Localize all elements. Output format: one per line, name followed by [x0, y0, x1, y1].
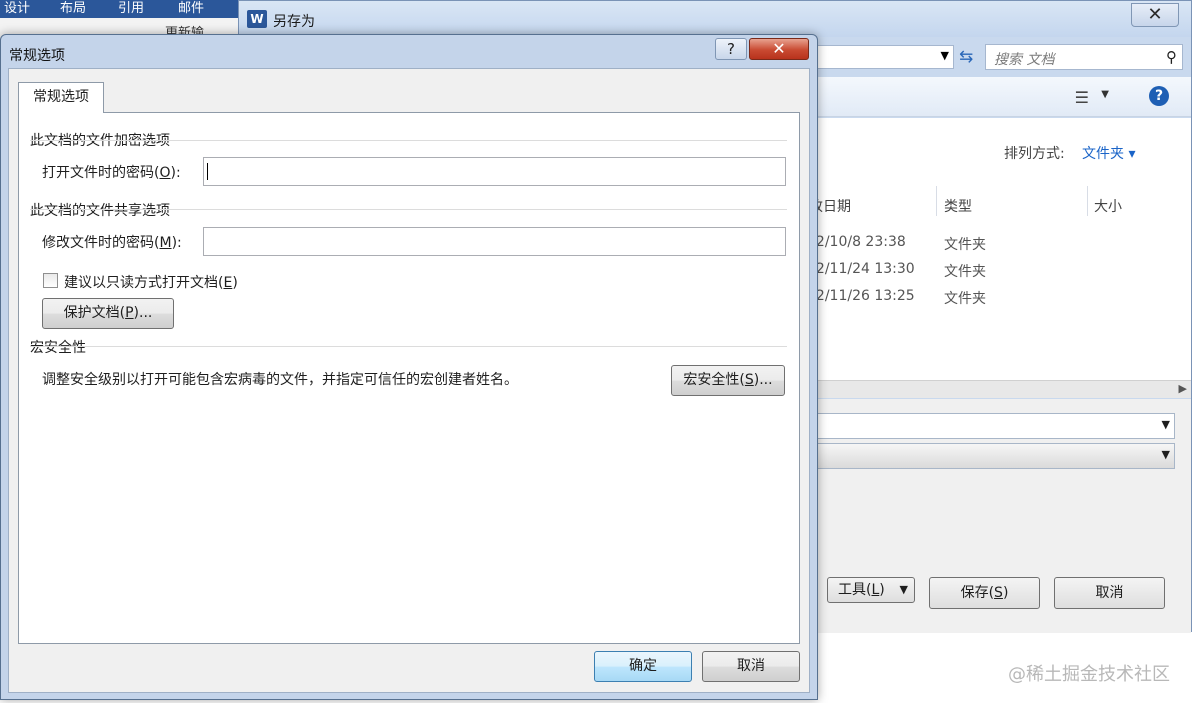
help-icon[interactable]: ? — [715, 38, 747, 60]
column-header-size[interactable]: 大小 — [1094, 196, 1122, 216]
section-divider — [30, 140, 787, 141]
save-as-close-icon[interactable]: ✕ — [1131, 3, 1179, 27]
modify-password-label: 修改文件时的密码(M): — [42, 235, 182, 251]
view-dropdown-icon[interactable]: ▼ — [1101, 89, 1109, 100]
tab-panel: 此文档的文件加密选项 打开文件时的密码(O): 此文档的文件共享选项 修改文件时… — [18, 112, 800, 644]
arrange-by-label: 排列方式: — [1004, 146, 1065, 162]
section-divider — [30, 346, 787, 347]
address-bar[interactable]: ▼ — [814, 45, 954, 69]
dialog-title: 常规选项 — [9, 48, 65, 64]
ribbon-tab-design[interactable]: 设计 — [4, 0, 30, 16]
save-as-title: 另存为 — [273, 14, 315, 30]
general-options-dialog: 常规选项 ? ✕ 常规选项 此文档的文件加密选项 打开文件时的密码(O): 此文… — [0, 34, 818, 700]
chevron-down-icon[interactable]: ▼ — [1162, 418, 1170, 431]
search-icon[interactable]: ⚲ — [1166, 48, 1177, 66]
save-as-cancel-button[interactable]: 取消 — [1054, 577, 1165, 609]
scroll-right-icon[interactable]: ▶ — [1179, 382, 1187, 395]
readonly-checkbox[interactable] — [43, 273, 58, 288]
ribbon-tab-mailings[interactable]: 邮件 — [178, 0, 204, 16]
tab-general-options[interactable]: 常规选项 — [18, 82, 104, 113]
watermark-text: @稀土掘金技术社区 — [1008, 664, 1170, 685]
save-as-titlebar: W 另存为 ✕ — [239, 1, 1191, 37]
chevron-down-icon[interactable]: ▼ — [941, 49, 949, 62]
arrange-by-dropdown[interactable]: 文件夹 ▾ — [1082, 143, 1135, 163]
view-options-icon[interactable]: ☰ — [1075, 88, 1089, 107]
ribbon-tab-layout[interactable]: 布局 — [60, 0, 86, 16]
open-password-field[interactable] — [203, 157, 786, 186]
column-separator[interactable] — [1087, 186, 1088, 216]
tools-label: 工具(L) — [838, 582, 885, 598]
chevron-down-icon: ▼ — [899, 583, 908, 596]
close-icon[interactable]: ✕ — [749, 38, 809, 60]
dialog-body: 常规选项 此文档的文件加密选项 打开文件时的密码(O): 此文档的文件共享选项 … — [8, 68, 810, 693]
row-date[interactable]: 22/11/24 13:30 — [807, 261, 915, 277]
refresh-icon[interactable]: ⇆ — [959, 47, 973, 67]
row-type[interactable]: 文件夹 — [944, 261, 986, 281]
file-type-select[interactable]: ▼ — [799, 443, 1175, 469]
macro-security-button[interactable]: 宏安全性(S)... — [671, 365, 785, 396]
help-icon[interactable]: ? — [1149, 86, 1169, 106]
macro-section-title: 宏安全性 — [30, 340, 86, 356]
column-header-type[interactable]: 类型 — [944, 196, 972, 216]
search-input[interactable]: 搜索 文档 ⚲ — [985, 44, 1183, 70]
word-ribbon-tabs: 设计 布局 引用 邮件 — [0, 0, 240, 18]
tools-dropdown-button[interactable]: 工具(L) ▼ — [827, 577, 915, 603]
column-separator[interactable] — [936, 186, 937, 216]
open-password-label: 打开文件时的密码(O): — [42, 165, 181, 181]
protect-document-button[interactable]: 保护文档(P)... — [42, 298, 174, 329]
ribbon-tab-references[interactable]: 引用 — [118, 0, 144, 16]
chevron-down-icon[interactable]: ▼ — [1162, 448, 1170, 461]
row-type[interactable]: 文件夹 — [944, 288, 986, 308]
macro-description: 调整安全级别以打开可能包含宏病毒的文件，并指定可信任的宏创建者姓名。 — [42, 372, 518, 388]
search-placeholder: 搜索 文档 — [994, 52, 1055, 68]
share-section-title: 此文档的文件共享选项 — [30, 203, 170, 219]
file-name-input[interactable]: ▼ — [799, 413, 1175, 439]
text-caret — [207, 163, 208, 180]
row-date[interactable]: 22/11/26 13:25 — [807, 288, 915, 304]
ok-button[interactable]: 确定 — [594, 651, 692, 682]
row-type[interactable]: 文件夹 — [944, 234, 986, 254]
row-date[interactable]: 22/10/8 23:38 — [807, 234, 906, 250]
modify-password-field[interactable] — [203, 227, 786, 256]
readonly-label[interactable]: 建议以只读方式打开文档(E) — [64, 272, 238, 292]
word-app-icon: W — [247, 10, 267, 28]
cancel-button[interactable]: 取消 — [702, 651, 800, 682]
section-divider — [30, 209, 787, 210]
save-button[interactable]: 保存(S) — [929, 577, 1040, 609]
